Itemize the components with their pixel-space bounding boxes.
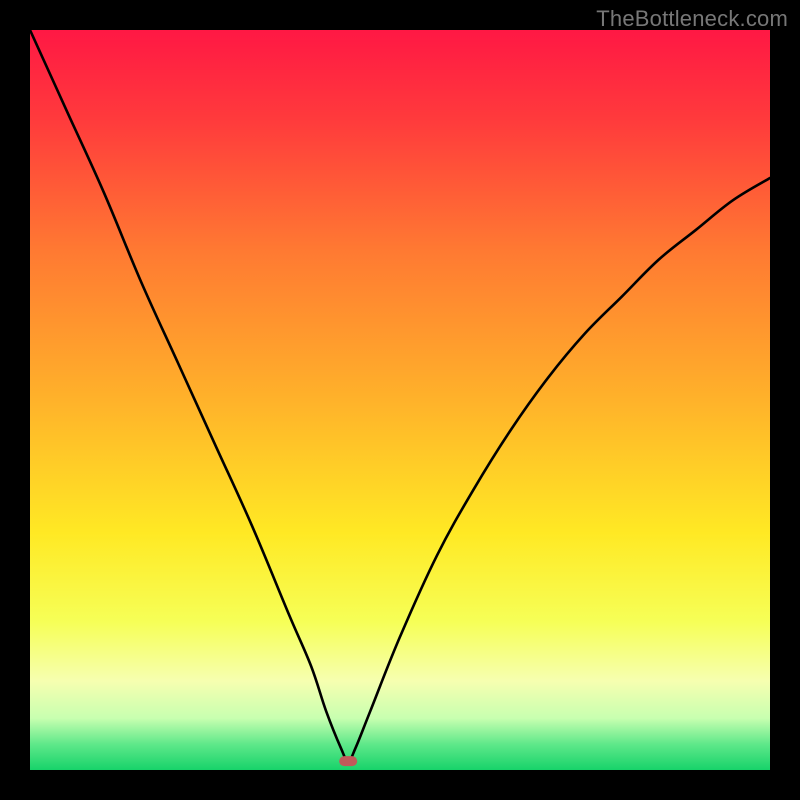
optimum-marker bbox=[339, 756, 357, 766]
gradient-background bbox=[30, 30, 770, 770]
plot-area bbox=[30, 30, 770, 770]
plot-svg bbox=[30, 30, 770, 770]
watermark-text: TheBottleneck.com bbox=[596, 6, 788, 32]
chart-root: TheBottleneck.com bbox=[0, 0, 800, 800]
